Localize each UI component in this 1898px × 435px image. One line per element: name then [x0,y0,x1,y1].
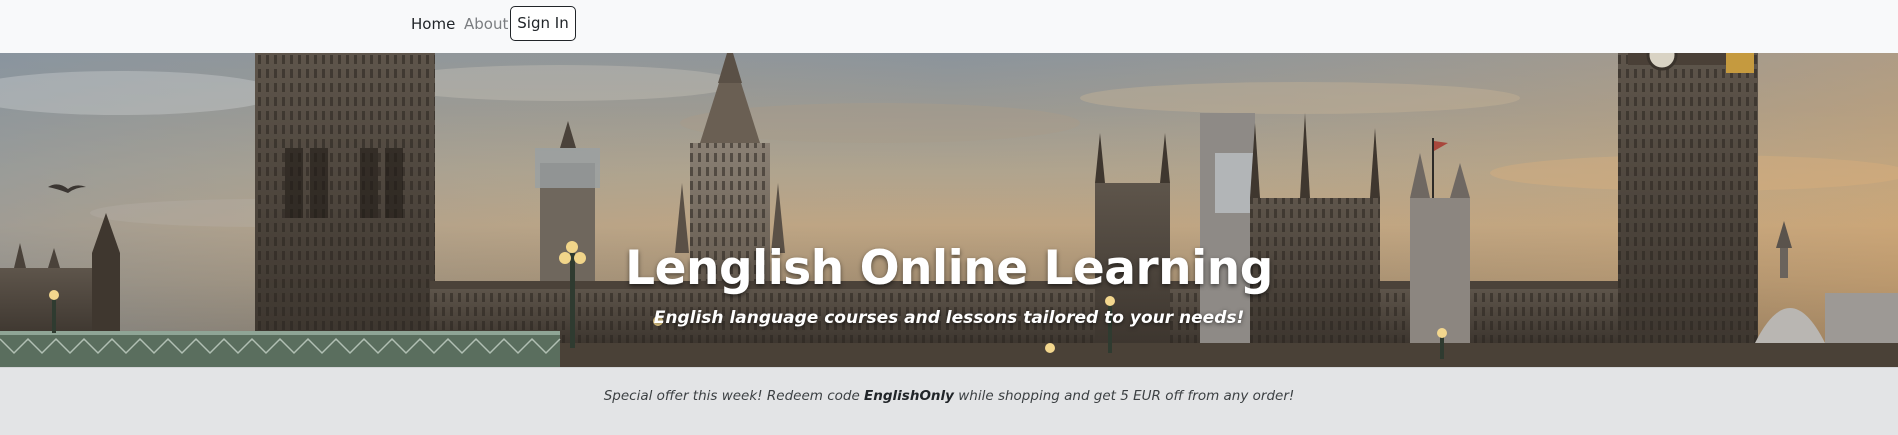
offer-message: Special offer this week! Redeem code Eng… [0,386,1898,406]
top-navbar: Home About Sign In [0,0,1898,54]
special-offer-banner: Special offer this week! Redeem code Eng… [0,367,1898,435]
clock-face-icon [1646,53,1678,71]
nav-link-about[interactable]: About [464,15,508,33]
hero-banner: Lenglish Online Learning English languag… [0,53,1898,367]
nav-link-home[interactable]: Home [411,15,455,33]
hero-title: Lenglish Online Learning [625,241,1273,296]
promo-code: EnglishOnly [864,388,954,404]
offer-text-before: Special offer this week! Redeem code [603,388,865,404]
offer-text-after: while shopping and get 5 EUR off from an… [953,388,1295,404]
hero-subtitle: English language courses and lessons tai… [653,308,1245,328]
sign-in-button[interactable]: Sign In [510,6,576,41]
